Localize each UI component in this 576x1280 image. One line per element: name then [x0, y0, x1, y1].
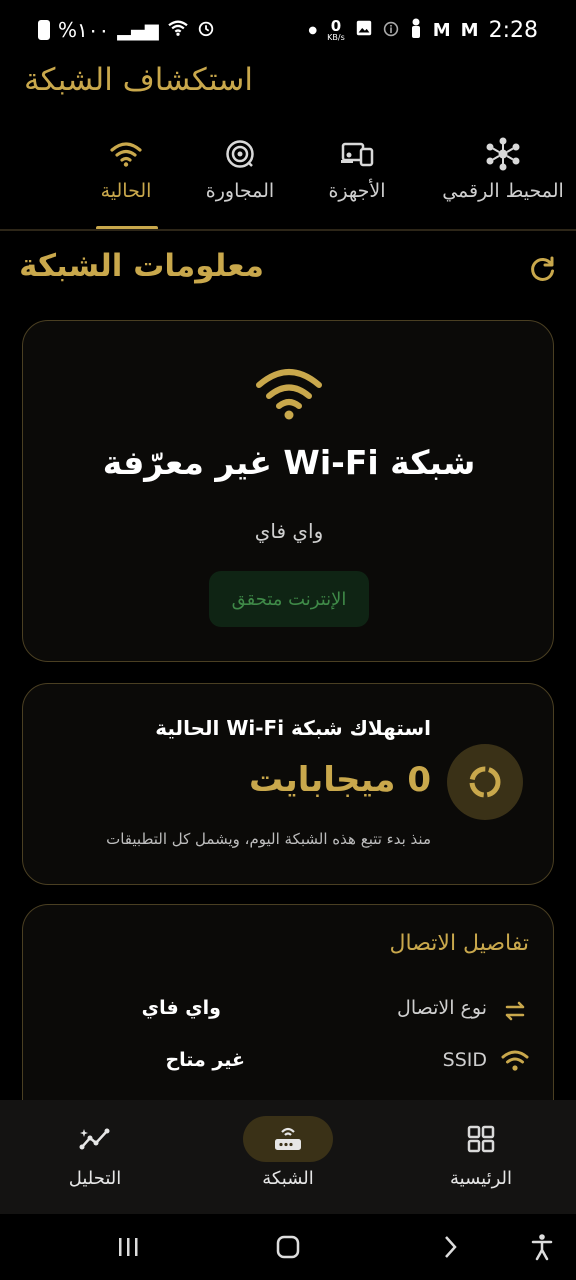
detail-label: SSID: [442, 1049, 487, 1071]
app-bar: استكشاف الشبكة: [24, 62, 344, 112]
wifi-icon: [109, 130, 143, 178]
nav-label: الشبكة: [262, 1168, 314, 1189]
system-navigation-bar: [0, 1214, 576, 1280]
tab-label: الأجهزة: [328, 180, 386, 202]
nav-network[interactable]: الشبكة: [213, 1116, 363, 1206]
net-speed: 0 KB/s: [327, 16, 345, 42]
nav-home[interactable]: الرئيسية: [406, 1116, 556, 1206]
nav-analytics[interactable]: التحليل: [20, 1116, 170, 1206]
detail-value: واي فاي: [141, 997, 221, 1019]
battery-icon: [38, 20, 50, 40]
back-icon[interactable]: [430, 1230, 470, 1264]
detail-row-ssid: SSID غير متاح: [23, 1045, 555, 1081]
section-title: معلومات الشبكة: [19, 248, 264, 284]
dashboard-icon: [436, 1116, 526, 1162]
devices-icon: [340, 130, 374, 178]
tab-current[interactable]: الحالية: [90, 130, 162, 230]
details-title: تفاصيل الاتصال: [389, 931, 529, 956]
mail-icon-2: M: [460, 19, 479, 41]
gallery-icon: [355, 18, 373, 42]
accessibility-icon[interactable]: [522, 1230, 562, 1264]
tabs-divider: [0, 229, 576, 231]
info-icon: [383, 18, 399, 42]
usage-title: استهلاك شبكة Wi-Fi الحالية: [155, 716, 431, 740]
detail-value: غير متاح: [165, 1049, 245, 1071]
analytics-icon: [50, 1116, 140, 1162]
nav-label: التحليل: [68, 1168, 122, 1189]
wifi-icon: [501, 1049, 529, 1077]
person-icon: [409, 18, 423, 43]
tab-devices[interactable]: الأجهزة: [312, 130, 402, 230]
network-name: شبكة Wi-Fi غير معرّفة: [102, 443, 476, 482]
detail-label: نوع الاتصال: [397, 997, 487, 1019]
tab-digital-environment[interactable]: المحيط الرقمي: [430, 130, 576, 230]
hub-icon: [485, 130, 521, 178]
usage-value: 0 ميجابايت: [248, 760, 431, 800]
tab-label: المحيط الرقمي: [442, 180, 564, 202]
clock: 2:28: [488, 17, 538, 43]
tab-label: المجاورة: [205, 180, 275, 202]
status-bar: %١٠٠ ▂▄▆ ● 0 KB/s M M 2:28: [0, 0, 576, 60]
swap-icon: [501, 997, 529, 1025]
network-type: واي فاي: [254, 519, 324, 543]
home-icon[interactable]: [268, 1230, 308, 1264]
status-left: %١٠٠ ▂▄▆: [38, 18, 215, 42]
usage-card: استهلاك شبكة Wi-Fi الحالية 0 ميجابايت من…: [22, 683, 554, 885]
recent-apps-icon[interactable]: [108, 1230, 148, 1264]
battery-percent: %١٠٠: [58, 18, 110, 42]
network-card: شبكة Wi-Fi غير معرّفة واي فاي الإنترنت م…: [22, 320, 554, 662]
wifi-status-icon: [167, 19, 189, 42]
radar-icon: [224, 130, 256, 178]
status-right: ● 0 KB/s M M 2:28: [308, 16, 538, 43]
alarm-icon: [197, 19, 215, 42]
tab-nearby[interactable]: المجاورة: [190, 130, 290, 230]
tab-bar: المحيط الرقمي الأجهزة المجاورة الحالية: [0, 130, 576, 230]
detail-row-connection-type: نوع الاتصال واي فاي: [23, 993, 555, 1029]
usage-note: منذ بدء تتبع هذه الشبكة اليوم، ويشمل كل …: [106, 830, 431, 848]
app-title: استكشاف الشبكة: [24, 62, 253, 98]
mail-icon: M: [432, 19, 451, 41]
internet-status-badge: الإنترنت متحقق: [209, 571, 369, 627]
usage-progress-icon: [447, 744, 523, 820]
wifi-icon: [253, 365, 325, 421]
router-icon: [243, 1116, 333, 1162]
bottom-navigation: الرئيسية الشبكة التحليل: [0, 1100, 576, 1214]
signal-icon: ▂▄▆: [117, 19, 159, 41]
nav-label: الرئيسية: [450, 1168, 512, 1189]
tab-label: الحالية: [100, 180, 152, 202]
refresh-icon[interactable]: [528, 254, 558, 284]
